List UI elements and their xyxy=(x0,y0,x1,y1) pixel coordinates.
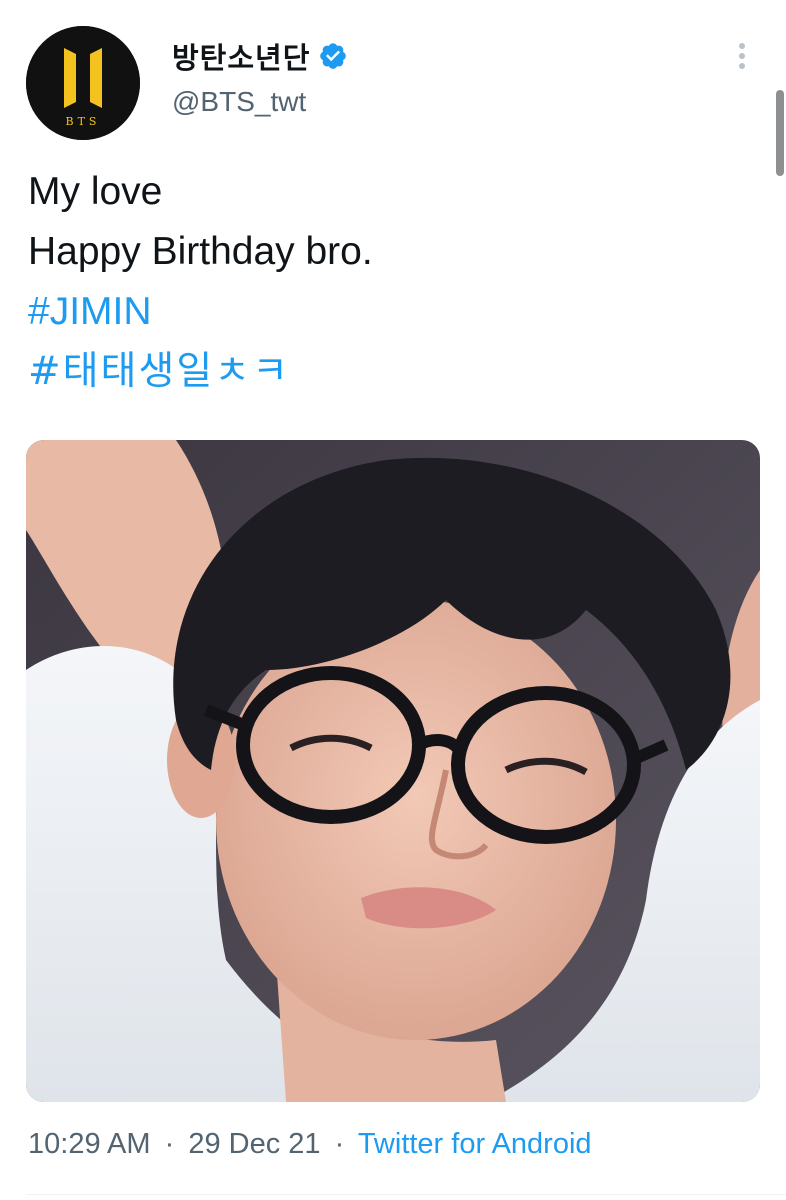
display-name[interactable]: 방탄소년단 xyxy=(172,35,310,77)
tweet-meta: 10:29 AM · 29 Dec 21 · Twitter for Andro… xyxy=(28,1128,592,1161)
bts-logo-icon: BTS xyxy=(26,26,140,140)
scrollbar-thumb[interactable] xyxy=(776,90,784,176)
verified-badge-icon xyxy=(320,43,347,69)
author-handle[interactable]: @BTS_twt xyxy=(172,86,306,118)
tweet-date[interactable]: 29 Dec 21 xyxy=(188,1128,320,1160)
logo-text: BTS xyxy=(66,115,101,128)
tweet-text: My love Happy Birthday bro. #JIMIN #태태생일… xyxy=(28,162,748,402)
hashtag-link[interactable]: #태태생일ㅊㅋ xyxy=(28,342,748,402)
meta-separator: · xyxy=(334,1128,345,1160)
author-name-row[interactable]: 방탄소년단 xyxy=(172,34,348,78)
hashtag-link[interactable]: #JIMIN xyxy=(28,282,748,342)
tweet-photo[interactable] xyxy=(26,440,760,1102)
tweet-line: Happy Birthday bro. xyxy=(28,230,373,273)
divider xyxy=(26,1194,786,1195)
tweet-time[interactable]: 10:29 AM xyxy=(28,1128,151,1160)
meta-separator: · xyxy=(164,1128,175,1160)
more-vertical-icon[interactable] xyxy=(728,36,756,76)
tweet-source-link[interactable]: Twitter for Android xyxy=(358,1128,592,1160)
tweet-line: My love xyxy=(28,170,163,213)
avatar[interactable]: BTS xyxy=(26,26,140,140)
photo-image xyxy=(26,440,760,1102)
